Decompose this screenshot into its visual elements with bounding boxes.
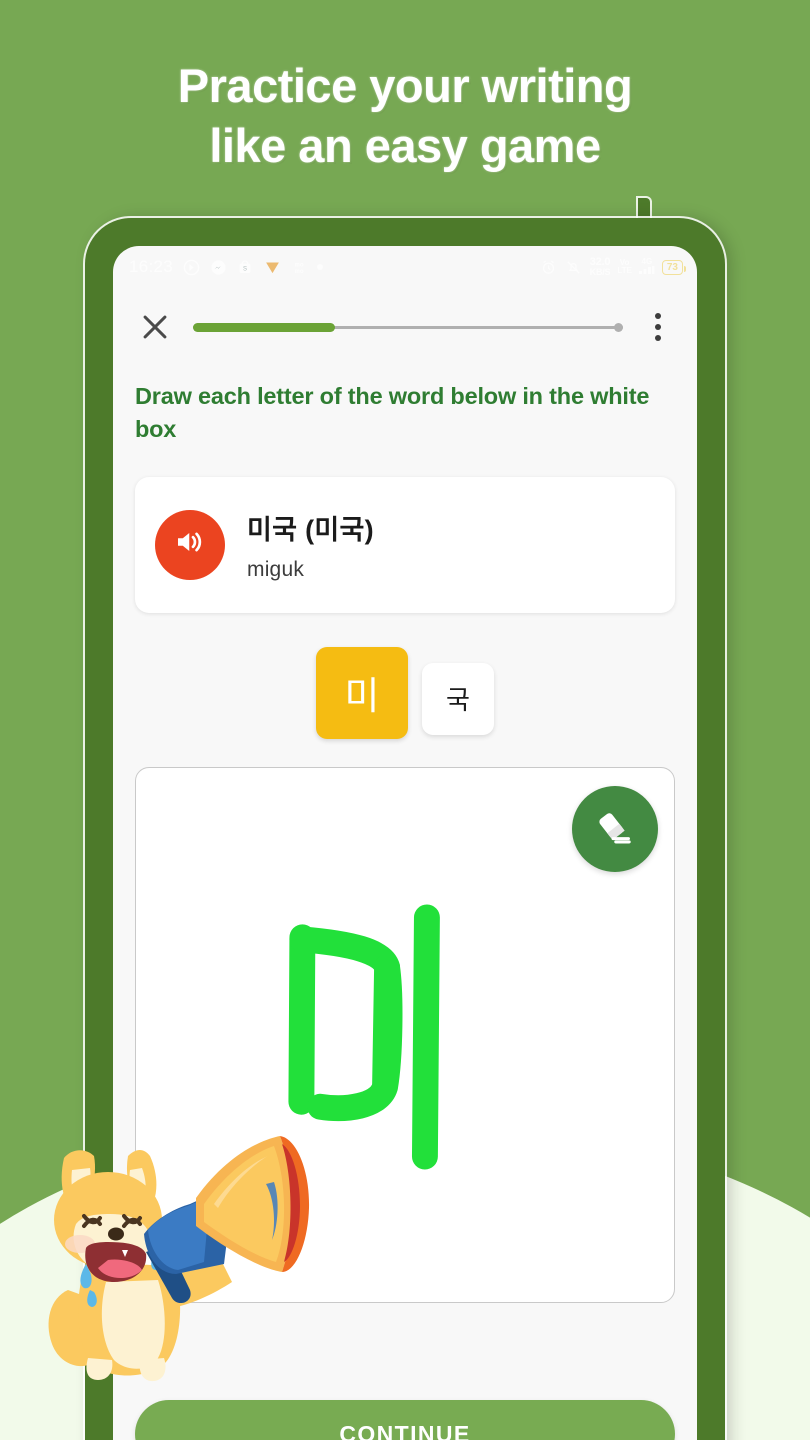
alarm-icon: [540, 258, 558, 276]
signal-icon: 4G: [638, 256, 655, 277]
kebab-dot-2: [655, 324, 661, 330]
status-bar: 16:23 S mo mo 32.0 KB/S Vo LTE 4G 73: [113, 246, 697, 288]
word-card: 미국 (미국) miguk: [135, 476, 675, 613]
shopping-bag-icon: S: [236, 258, 254, 276]
drawing-canvas[interactable]: [135, 766, 675, 1303]
signal-label: 4G: [641, 256, 653, 266]
battery-indicator: 73: [661, 259, 687, 275]
syllable-tiles: 미 국: [113, 646, 697, 739]
instruction-text: Draw each letter of the word below in th…: [135, 383, 650, 443]
speaker-icon: [172, 524, 208, 565]
status-bar-right: 32.0 KB/S Vo LTE 4G 73: [540, 256, 687, 277]
status-bar-left: 16:23 S mo mo: [129, 257, 532, 277]
eraser-button[interactable]: [572, 785, 658, 872]
phone-frame: 16:23 S mo mo 32.0 KB/S Vo LTE 4G 73 Dra…: [85, 218, 725, 1440]
dot-icon: [317, 264, 324, 270]
progress-fill: [193, 322, 335, 332]
close-button[interactable]: [135, 307, 175, 347]
lesson-progress-bar[interactable]: [193, 318, 623, 336]
continue-button[interactable]: CONTINUE: [135, 1400, 675, 1440]
more-options-button[interactable]: [641, 307, 675, 347]
phone-screen: 16:23 S mo mo 32.0 KB/S Vo LTE 4G 73 Dra…: [113, 246, 697, 1440]
page-title-line1: Practice your writing: [177, 59, 633, 112]
network-speed-unit: KB/S: [589, 267, 611, 277]
svg-text:mo: mo: [295, 262, 304, 268]
volte-indicator: Vo LTE: [617, 258, 632, 276]
word-text-group: 미국 (미국) miguk: [247, 508, 374, 582]
syllable-tile-active[interactable]: 미: [316, 646, 408, 739]
play-audio-button[interactable]: [155, 509, 225, 580]
page-title-line2: like an easy game: [209, 119, 601, 173]
network-speed: 32.0 KB/S: [590, 257, 611, 277]
status-time: 16:23: [129, 257, 174, 276]
bell-muted-icon: [565, 258, 583, 276]
eraser-icon: [592, 803, 638, 854]
svg-text:S: S: [243, 266, 247, 272]
page-title: Practice your writing like an easy game: [0, 56, 810, 176]
volte-line2: LTE: [617, 266, 632, 275]
vpn-triangle-icon: [263, 258, 281, 276]
svg-text:mo: mo: [295, 269, 304, 275]
syllable-tile-inactive[interactable]: 국: [422, 662, 494, 735]
kebab-dot-1: [655, 313, 661, 319]
word-hangul: 미국 (미국): [247, 514, 374, 545]
progress-knob: [614, 322, 623, 332]
momo-icon: mo mo: [290, 258, 308, 276]
word-romanization: miguk: [247, 557, 305, 581]
messenger-icon: [209, 258, 227, 276]
skype-icon: [182, 258, 200, 276]
top-nav-bar: [113, 288, 697, 366]
kebab-dot-3: [655, 335, 661, 341]
